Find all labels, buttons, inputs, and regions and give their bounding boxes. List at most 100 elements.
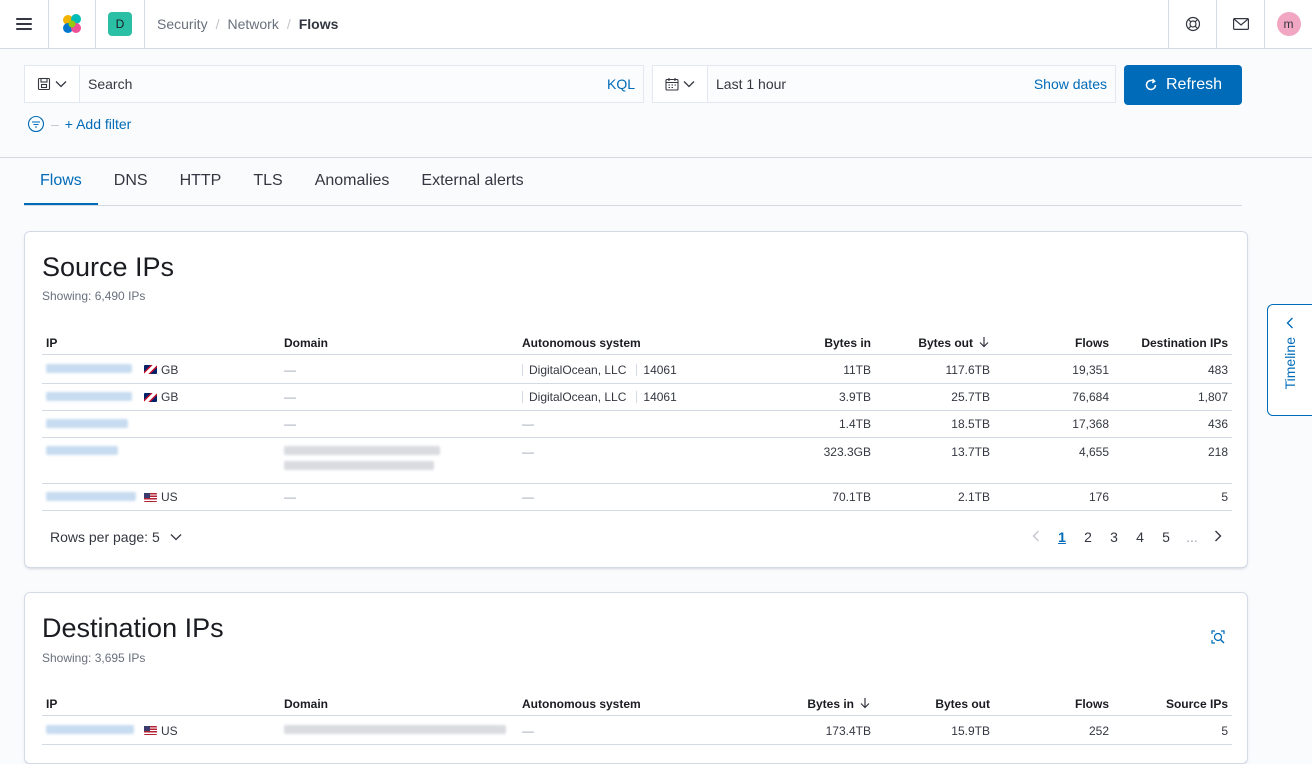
next-page-button[interactable] xyxy=(1205,529,1231,545)
page-4-button[interactable]: 4 xyxy=(1127,529,1153,545)
user-menu-button[interactable]: m xyxy=(1265,0,1312,48)
panel-subtitle: Showing: 6,490 IPs xyxy=(42,289,146,303)
destination-ips-cell: 436 xyxy=(1207,417,1228,431)
country-cell: GB xyxy=(144,384,178,410)
timeline-label: Timeline xyxy=(1282,337,1298,390)
column-domain[interactable]: Domain xyxy=(284,330,328,354)
as-cell: — xyxy=(522,490,534,504)
network-tabs: Flows DNS HTTP TLS Anomalies External al… xyxy=(24,158,1242,206)
space-selector[interactable]: D xyxy=(96,0,144,48)
add-filter-button[interactable]: + Add filter xyxy=(65,116,132,132)
show-dates-link[interactable]: Show dates xyxy=(1034,76,1107,92)
country-cell: US xyxy=(144,717,178,744)
column-autonomous-system[interactable]: Autonomous system xyxy=(522,691,641,715)
help-icon xyxy=(1185,16,1200,32)
elastic-logo-icon xyxy=(63,14,81,33)
country-code: GB xyxy=(161,390,179,404)
news-button[interactable] xyxy=(1217,0,1264,48)
inspect-button[interactable] xyxy=(1210,629,1226,650)
tab-tls[interactable]: TLS xyxy=(237,158,298,204)
table-header: IP Domain Autonomous system Bytes in Byt… xyxy=(42,691,1232,716)
bytes-out-cell: 18.5TB xyxy=(951,417,990,431)
as-name: DigitalOcean, LLC xyxy=(529,362,627,377)
time-range-value[interactable]: Last 1 hour xyxy=(716,76,1034,92)
column-source-ips[interactable]: Source IPs xyxy=(1109,691,1228,715)
rows-per-page-label: Rows per page: 5 xyxy=(50,529,160,545)
country-cell: US xyxy=(144,484,178,510)
tab-dns[interactable]: DNS xyxy=(98,158,164,204)
tab-flows[interactable]: Flows xyxy=(24,158,98,205)
saved-query-button[interactable] xyxy=(25,66,80,102)
help-button[interactable] xyxy=(1169,0,1216,48)
page-ellipsis: ... xyxy=(1186,529,1198,545)
page-2-button[interactable]: 2 xyxy=(1075,529,1101,545)
ip-cell[interactable] xyxy=(46,717,134,744)
chevron-down-icon xyxy=(55,81,67,88)
as-cell[interactable]: DigitalOcean, LLC 14061 xyxy=(522,384,677,410)
destination-ips-panel: Destination IPs Showing: 3,695 IPs IP Do… xyxy=(24,592,1248,764)
flag-us-icon xyxy=(144,492,157,502)
timeline-flyout-button[interactable]: Timeline xyxy=(1267,304,1312,416)
bytes-in-cell: 173.4TB xyxy=(825,723,871,738)
domain-cell[interactable] xyxy=(284,717,506,744)
ip-cell[interactable] xyxy=(46,356,132,383)
column-bytes-in[interactable]: Bytes in xyxy=(742,330,871,354)
domain-cell[interactable] xyxy=(284,438,440,483)
elastic-logo[interactable] xyxy=(49,0,95,48)
flows-cell: 252 xyxy=(1088,723,1109,738)
page-1-button[interactable]: 1 xyxy=(1049,529,1075,545)
flows-cell: 76,684 xyxy=(1072,390,1109,404)
flows-cell: 4,655 xyxy=(1078,445,1109,459)
search-bar: Search KQL xyxy=(24,65,644,103)
column-bytes-out[interactable]: Bytes out xyxy=(871,330,990,354)
date-picker: Last 1 hour Show dates xyxy=(652,65,1116,103)
column-flows[interactable]: Flows xyxy=(990,691,1109,715)
flows-cell: 19,351 xyxy=(1072,362,1109,377)
column-bytes-out[interactable]: Bytes out xyxy=(871,691,990,715)
pagination: 1 2 3 4 5 ... xyxy=(1023,529,1231,545)
kql-language-toggle[interactable]: KQL xyxy=(607,76,635,92)
column-ip[interactable]: IP xyxy=(46,330,57,354)
rows-per-page-select[interactable]: Rows per page: 5 xyxy=(50,529,182,545)
as-cell[interactable]: DigitalOcean, LLC 14061 xyxy=(522,356,677,383)
flag-gb-icon xyxy=(144,365,157,374)
ip-cell[interactable] xyxy=(46,384,132,410)
bytes-out-cell: 13.7TB xyxy=(951,445,990,459)
search-input[interactable]: Search xyxy=(88,76,607,92)
menu-button[interactable] xyxy=(0,0,48,48)
space-avatar: D xyxy=(108,12,132,36)
refresh-button[interactable]: Refresh xyxy=(1124,65,1242,105)
avatar: m xyxy=(1276,12,1301,36)
panel-title: Destination IPs xyxy=(42,613,224,643)
ip-cell[interactable] xyxy=(46,411,128,437)
column-ip[interactable]: IP xyxy=(46,691,57,715)
ip-cell[interactable] xyxy=(46,438,118,483)
table-row: — — 1.4TB 18.5TB 17,368 436 xyxy=(42,411,1232,438)
breadcrumb-flows: Flows xyxy=(298,16,339,32)
previous-page-button xyxy=(1023,529,1049,545)
ip-cell[interactable] xyxy=(46,484,136,510)
tab-external-alerts[interactable]: External alerts xyxy=(405,158,539,204)
bytes-out-cell: 15.9TB xyxy=(951,723,990,738)
country-cell: GB xyxy=(144,356,178,383)
column-destination-ips[interactable]: Destination IPs xyxy=(1109,330,1228,354)
page-3-button[interactable]: 3 xyxy=(1101,529,1127,545)
table-row: GB — DigitalOcean, LLC 14061 11TB 117.6TB… xyxy=(42,356,1232,384)
column-flows[interactable]: Flows xyxy=(990,330,1109,354)
table-row: US — — 70.1TB 2.1TB 176 5 xyxy=(42,484,1232,511)
column-autonomous-system[interactable]: Autonomous system xyxy=(522,330,641,354)
bytes-in-cell: 3.9TB xyxy=(838,390,871,404)
column-domain[interactable]: Domain xyxy=(284,691,328,715)
filter-icon[interactable] xyxy=(27,115,45,133)
breadcrumb-network[interactable]: Network xyxy=(227,16,278,32)
breadcrumb: Security / Network / Flows xyxy=(157,16,339,32)
quick-date-menu-button[interactable] xyxy=(653,66,708,102)
destination-ips-cell: 1,807 xyxy=(1197,390,1228,404)
destination-ips-cell: 5 xyxy=(1221,490,1228,504)
tab-http[interactable]: HTTP xyxy=(164,158,238,204)
tab-anomalies[interactable]: Anomalies xyxy=(299,158,406,204)
bytes-in-cell: 70.1TB xyxy=(832,490,871,504)
page-5-button[interactable]: 5 xyxy=(1153,529,1179,545)
column-bytes-in[interactable]: Bytes in xyxy=(742,691,871,715)
breadcrumb-security[interactable]: Security xyxy=(157,16,208,32)
